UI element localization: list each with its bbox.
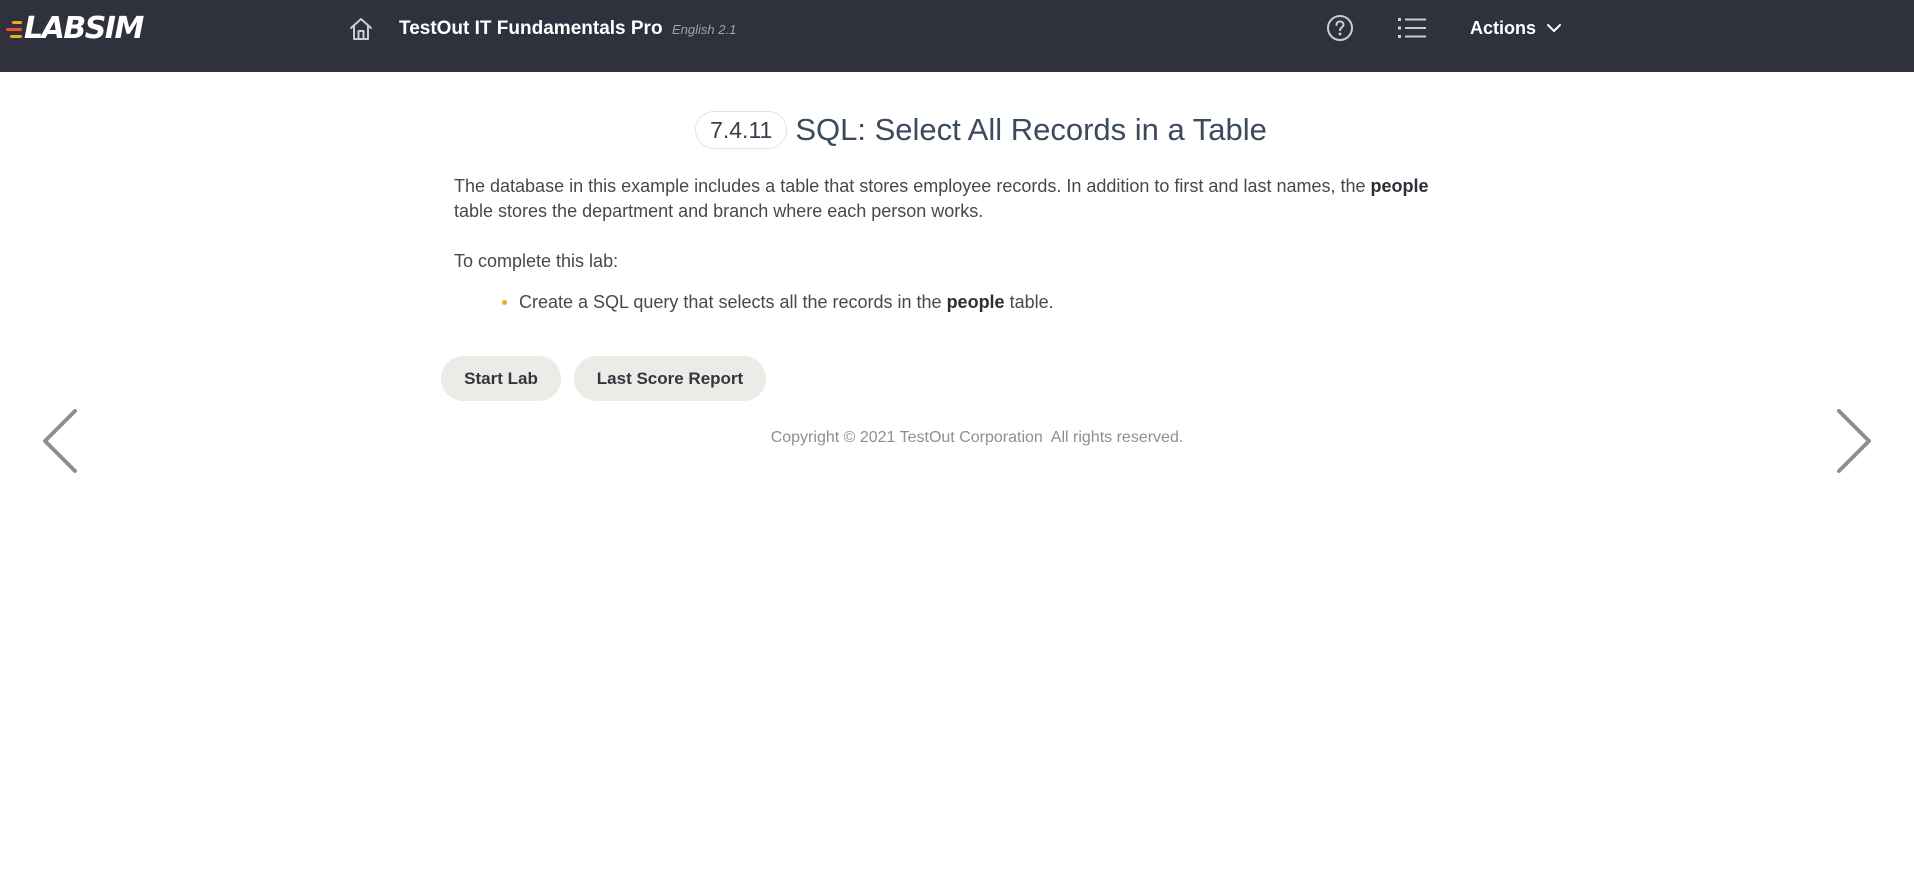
bold-table-name: people: [946, 292, 1005, 312]
page-title: SQL: Select All Records in a Table: [795, 112, 1267, 147]
bullet-dot-icon: [502, 300, 507, 305]
course-title: TestOut IT Fundamentals Pro: [399, 18, 663, 39]
home-icon[interactable]: [348, 16, 374, 42]
copyright-text: Copyright © 2021 TestOut Corporation All…: [770, 429, 1184, 446]
labsim-logo[interactable]: LABSIM: [6, 11, 144, 46]
top-navigation-bar: LABSIM TestOut IT Fundamentals Pro Engli…: [0, 0, 1914, 72]
last-score-report-button[interactable]: Last Score Report: [574, 356, 766, 401]
logo-stripes-icon: [6, 20, 22, 38]
start-lab-button[interactable]: Start Lab: [441, 356, 561, 401]
list-item: Create a SQL query that selects all the …: [502, 290, 1454, 315]
instructions-heading: To complete this lab:: [454, 251, 619, 271]
chevron-left-icon: [43, 409, 77, 473]
actions-label: Actions: [1470, 18, 1537, 38]
chevron-down-icon: [1547, 24, 1562, 32]
task-list: Create a SQL query that selects all the …: [454, 290, 1454, 315]
help-circle-icon[interactable]: [1326, 14, 1354, 42]
chevron-right-icon: [1837, 409, 1871, 473]
bold-table-name: people: [1370, 176, 1429, 196]
next-page-button[interactable]: [1834, 408, 1874, 474]
lab-title-row: 7.4.11 SQL: Select All Records in a Tabl…: [0, 110, 1914, 150]
list-icon[interactable]: [1397, 15, 1427, 41]
intro-paragraph: The database in this example includes a …: [454, 176, 1429, 221]
actions-menu[interactable]: Actions: [1470, 16, 1562, 40]
section-number-badge: 7.4.11: [695, 111, 788, 149]
lab-description: The database in this example includes a …: [454, 174, 1454, 315]
logo-text: LABSIM: [24, 11, 144, 46]
course-version: English 2.1: [672, 22, 737, 37]
previous-page-button[interactable]: [40, 408, 80, 474]
